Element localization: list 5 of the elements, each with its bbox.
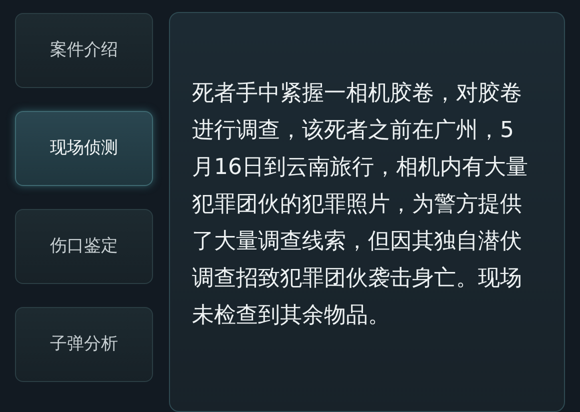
case-description: 死者手中紧握一相机胶卷，对胶卷进行调查，该死者之前在广州，5月16日到云南旅行，相机内有大量犯罪团伙的犯罪照片，为警方提供了大量调查线索，但因其独自潜伏调查招致犯罪团伙袭击身亡。现场未检查到其余物品。 bbox=[192, 80, 528, 330]
tab-button[interactable]: 子弹分析 bbox=[15, 307, 153, 382]
tab-button[interactable]: 案件介绍 bbox=[15, 13, 153, 88]
tab-button[interactable]: 伤口鉴定 bbox=[15, 209, 153, 284]
tab-button[interactable]: 现场侦测 bbox=[15, 111, 153, 186]
